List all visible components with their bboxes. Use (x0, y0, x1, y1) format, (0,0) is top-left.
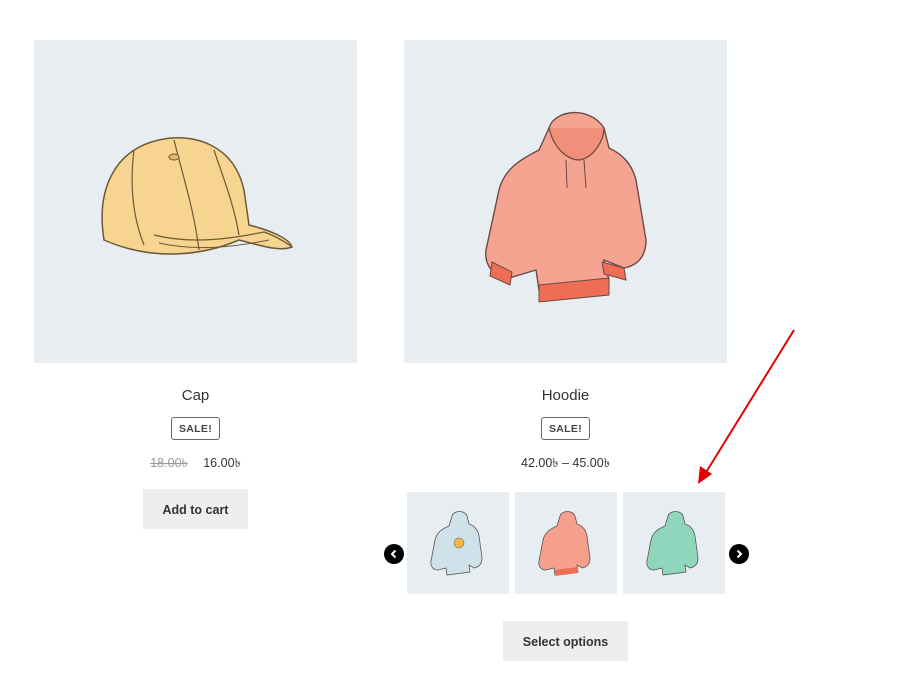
sale-badge: SALE! (541, 417, 590, 440)
sale-badge: SALE! (171, 417, 220, 440)
product-price: 18.00৳ 16.00৳ (34, 454, 357, 472)
chevron-left-icon (390, 549, 397, 559)
carousel-next-button[interactable] (729, 544, 749, 564)
product-image-hoodie[interactable] (404, 40, 727, 363)
carousel-prev-button[interactable] (384, 544, 404, 564)
swatch-pink-hoodie[interactable] (515, 492, 617, 594)
product-card-hoodie: Hoodie SALE! 42.00৳ – 45.00৳ (404, 40, 727, 472)
cap-illustration (101, 137, 293, 255)
old-price: 18.00৳ (150, 456, 188, 470)
select-options-button[interactable]: Select options (503, 621, 628, 661)
hoodie-thumbnail-icon (646, 511, 699, 576)
hoodie-illustration (485, 111, 647, 303)
variation-swatches (407, 492, 727, 594)
swatch-green-hoodie[interactable] (623, 492, 725, 594)
hoodie-thumbnail-icon (538, 511, 591, 576)
product-title[interactable]: Cap (34, 386, 357, 406)
chevron-right-icon (736, 549, 743, 559)
sale-price: 16.00৳ (203, 456, 241, 470)
product-image-cap[interactable] (34, 40, 357, 363)
product-card-cap: Cap SALE! 18.00৳ 16.00৳ Add to cart (34, 40, 357, 529)
hoodie-thumbnail-icon (430, 511, 483, 576)
swatch-blue-hoodie[interactable] (407, 492, 509, 594)
product-title[interactable]: Hoodie (404, 386, 727, 406)
product-price-range: 42.00৳ – 45.00৳ (521, 456, 610, 470)
add-to-cart-button[interactable]: Add to cart (143, 489, 248, 529)
